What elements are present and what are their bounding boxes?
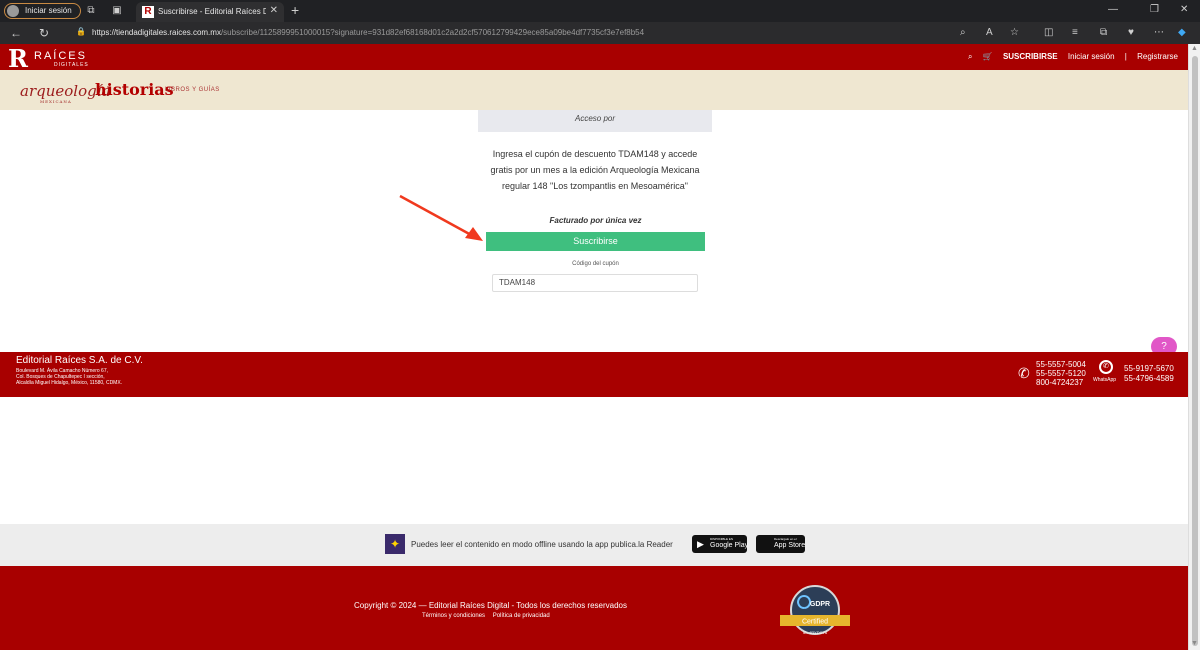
gdpr-id: ID: 4RYDCT6: [803, 630, 828, 635]
address-line: Alcaldía Miguel Hidalgo, México, 11580, …: [16, 380, 123, 386]
company-name: Editorial Raíces S.A. de C.V.: [16, 355, 143, 366]
scrollbar-thumb[interactable]: [1192, 56, 1198, 646]
coupon-description: Ingresa el cupón de descuento TDAM148 y …: [490, 149, 700, 191]
cart-icon[interactable]: 🛒: [983, 52, 993, 61]
bottom-footer: Copyright © 2024 — Editorial Raíces Digi…: [0, 566, 1188, 650]
favicon-icon: R: [142, 6, 154, 18]
raices-logo[interactable]: R RAÍCES DIGITALES: [8, 44, 108, 73]
header-nav: ⌕ 🛒 SUSCRIBIRSE Iniciar sesión | Registr…: [960, 52, 1178, 64]
whatsapp-icon: ✆: [1099, 360, 1113, 374]
google-play-label: Google Play: [710, 542, 749, 549]
copyright: Copyright © 2024 — Editorial Raíces Digi…: [354, 601, 627, 610]
favorites-icon[interactable]: ≡: [1072, 27, 1078, 38]
annotation-arrow-icon: [399, 194, 483, 241]
gdpr-certified-badge: GDPR Certified ID: 4RYDCT6: [780, 585, 850, 635]
lock-icon: 🔒: [76, 27, 86, 36]
read-aloud-icon[interactable]: A: [986, 27, 993, 38]
register-link[interactable]: Registrarse: [1137, 52, 1178, 61]
url-path: /subscribe/1125899951000015?signature=93…: [220, 28, 645, 37]
reader-app-band: ✦ Puedes leer el contenido en modo offli…: [0, 524, 1188, 566]
whatsapp-label: WhatsApp: [1093, 377, 1117, 383]
brand-libros-guias[interactable]: LIBROS Y GUÍAS: [165, 87, 220, 93]
whatsapp-number[interactable]: 55-9197-5670: [1124, 364, 1174, 374]
gdpr-title: GDPR: [810, 601, 830, 608]
scroll-down-icon[interactable]: ▼: [1191, 640, 1198, 647]
page-scrollbar[interactable]: ▲ ▼: [1188, 44, 1200, 650]
heart-icon[interactable]: ♥: [1128, 27, 1134, 38]
url-field[interactable]: 🔒 https://tiendadigitales.raices.com.mx/…: [70, 25, 990, 41]
app-store-small: Descárgalo en el: [774, 537, 797, 541]
phone-icon: ✆: [1018, 365, 1030, 381]
legal-links: Términos y condiciones Política de priva…: [422, 613, 556, 619]
logo-letter: R: [8, 44, 28, 73]
subscribe-link[interactable]: SUSCRIBIRSE: [1003, 52, 1058, 61]
coupon-label: Código del cupón: [572, 261, 619, 267]
brand-historias[interactable]: historias: [95, 80, 174, 99]
login-link[interactable]: Iniciar sesión: [1068, 52, 1115, 61]
workspaces-icon[interactable]: ⧉: [84, 4, 98, 18]
app-store-label: App Store: [774, 542, 806, 549]
google-play-icon: ▶: [697, 539, 704, 549]
app-store-button[interactable]: Descárgalo en el App Store: [756, 535, 805, 553]
google-play-small: DISPONIBLE EN: [710, 537, 734, 541]
avatar: [7, 5, 19, 17]
minimize-icon[interactable]: —: [1108, 4, 1118, 15]
phone-number[interactable]: 55-5557-5120: [1036, 369, 1086, 378]
url-host: https://tiendadigitales.raices.com.mx: [92, 28, 221, 37]
split-screen-icon[interactable]: ◫: [1044, 27, 1053, 38]
site-header: R RAÍCES DIGITALES ⌕ 🛒 SUSCRIBIRSE Inici…: [0, 44, 1188, 73]
phone-number[interactable]: 55-5557-5004: [1036, 360, 1086, 369]
access-header: Acceso por: [478, 110, 712, 132]
back-icon[interactable]: ←: [8, 25, 24, 41]
nav-separator: |: [1124, 52, 1127, 61]
address-bar-row: ← ↻ 🔒 https://tiendadigitales.raices.com…: [0, 22, 1200, 44]
logo-name: RAÍCES: [34, 50, 87, 62]
profile-button[interactable]: Iniciar sesión: [4, 3, 81, 19]
brand-arqueologia-sub: MEXICANA: [40, 99, 72, 104]
search-icon[interactable]: ⌕: [968, 52, 972, 61]
reader-text: Puedes leer el contenido en modo offline…: [411, 540, 673, 549]
tab-title: Suscribirse - Editorial Raíces Digital: [158, 7, 266, 16]
phone-number[interactable]: 800-4724237: [1036, 378, 1086, 387]
favorite-star-icon[interactable]: ☆: [1010, 27, 1019, 38]
privacy-link[interactable]: Política de privacidad: [493, 613, 550, 619]
subscribe-button[interactable]: Suscribirse: [486, 232, 705, 251]
zoom-icon[interactable]: ⌕: [960, 27, 966, 38]
tab-actions-icon[interactable]: ▣: [110, 4, 124, 18]
brand-nav: arqueología MEXICANA historias LIBROS Y G…: [0, 70, 1188, 110]
scroll-up-icon[interactable]: ▲: [1191, 45, 1198, 52]
more-icon[interactable]: ⋯: [1154, 27, 1164, 38]
copilot-icon[interactable]: ◆: [1178, 27, 1186, 38]
phone-numbers: 55-5557-5004 55-5557-5120 800-4724237: [1036, 360, 1086, 387]
billing-note: Facturado por única vez: [549, 216, 642, 225]
close-window-icon[interactable]: ✕: [1180, 4, 1188, 15]
google-play-button[interactable]: ▶ DISPONIBLE EN Google Play: [692, 535, 749, 553]
collections-icon[interactable]: ⧉: [1100, 27, 1107, 38]
coupon-input[interactable]: TDAM148: [492, 274, 698, 292]
terms-link[interactable]: Términos y condiciones: [422, 613, 485, 619]
new-tab-button[interactable]: +: [291, 2, 299, 18]
company-address: Boulevard M. Ávila Camacho Número 67, Co…: [16, 368, 122, 386]
tab-suscribirse[interactable]: R Suscribirse - Editorial Raíces Digital…: [136, 2, 284, 22]
restore-icon[interactable]: ❐: [1150, 4, 1159, 15]
whatsapp-numbers: 55-9197-5670 55-4796-4589: [1124, 364, 1174, 384]
whatsapp-number[interactable]: 55-4796-4589: [1124, 374, 1174, 384]
close-tab-icon[interactable]: ✕: [270, 5, 278, 16]
profile-label: Iniciar sesión: [25, 6, 72, 15]
publica-la-reader-icon: ✦: [385, 534, 405, 554]
refresh-icon[interactable]: ↻: [36, 25, 52, 41]
gdpr-badge-text: Certified: [802, 619, 828, 626]
logo-sub: DIGITALES: [54, 62, 89, 68]
browser-tab-bar: Iniciar sesión ⧉ ▣ R Suscribirse - Edito…: [0, 0, 1200, 22]
company-footer: Editorial Raíces S.A. de C.V. Boulevard …: [0, 352, 1188, 397]
